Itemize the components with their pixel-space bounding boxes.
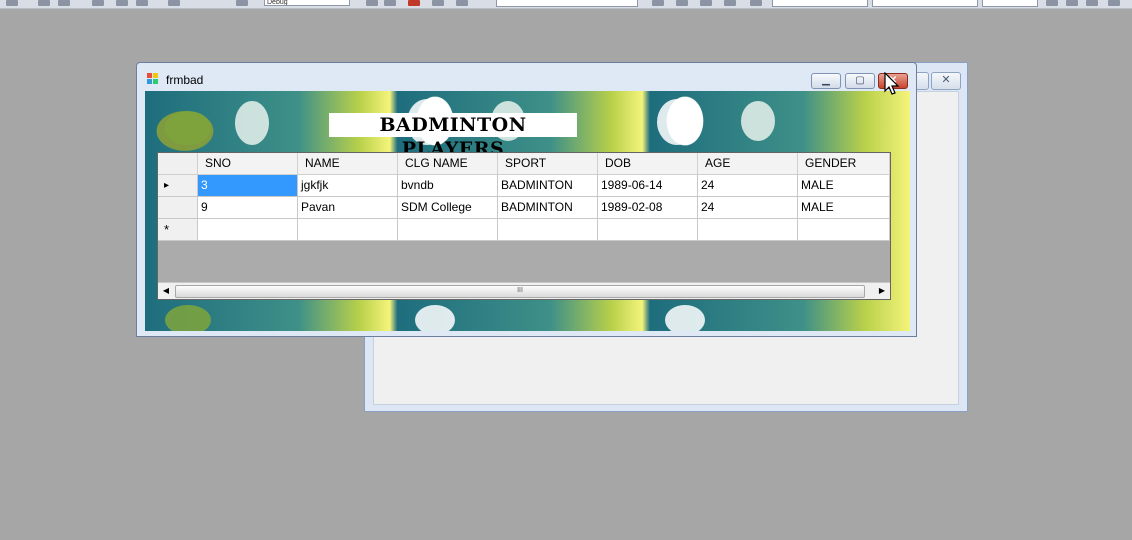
background-image-figure — [165, 111, 211, 145]
new-row[interactable]: * — [158, 219, 890, 241]
toolbar-icon[interactable] — [168, 0, 180, 6]
table-cell[interactable]: BADMINTON — [498, 175, 598, 197]
scroll-left-icon[interactable]: ◀ — [158, 283, 174, 299]
toolbar-field[interactable] — [496, 0, 638, 7]
toolbar-icon[interactable] — [384, 0, 396, 6]
grid-header-row: SNO NAME CLG NAME SPORT DOB AGE GENDER — [158, 153, 890, 175]
table-cell[interactable]: 9 — [198, 197, 298, 219]
table-cell[interactable] — [498, 219, 598, 241]
toolbar-icon[interactable] — [432, 0, 444, 6]
table-cell[interactable] — [198, 219, 298, 241]
background-image-figure — [741, 101, 775, 141]
table-cell[interactable]: 1989-06-14 — [598, 175, 698, 197]
title-bar[interactable]: frmbad ▁ ▢ ✕ — [137, 63, 916, 91]
background-image-figure — [235, 101, 269, 145]
toolbar-icon[interactable] — [236, 0, 248, 6]
current-row-indicator-icon: ▸ — [164, 180, 170, 191]
column-header-name[interactable]: NAME — [298, 153, 398, 175]
table-cell[interactable]: MALE — [798, 175, 890, 197]
close-icon: ✕ — [941, 74, 951, 86]
column-header-sno[interactable]: SNO — [198, 153, 298, 175]
toolbar-icon[interactable] — [676, 0, 688, 6]
table-row[interactable]: ▸ 3 jgkfjk bvndb BADMINTON 1989-06-14 24… — [158, 175, 890, 197]
horizontal-scrollbar[interactable]: ◀ III ▶ — [158, 282, 890, 299]
minimize-icon: ▁ — [822, 75, 830, 86]
background-image-figure — [657, 99, 697, 145]
toolbar-icon[interactable] — [58, 0, 70, 6]
toolbar-icon[interactable] — [116, 0, 128, 6]
table-cell[interactable] — [798, 219, 890, 241]
form-window: frmbad ▁ ▢ ✕ BADMINTON PLAYERS SNO NAME … — [136, 62, 917, 337]
toolbar-icon[interactable] — [700, 0, 712, 6]
toolbar-icon[interactable] — [1108, 0, 1120, 6]
table-cell[interactable] — [298, 219, 398, 241]
column-header-sport[interactable]: SPORT — [498, 153, 598, 175]
scrollbar-thumb[interactable]: III — [175, 285, 865, 298]
toolbar-icon[interactable] — [38, 0, 50, 6]
maximize-icon: ▢ — [855, 75, 865, 86]
toolbar-icon[interactable] — [1046, 0, 1058, 6]
background-image-figure — [165, 305, 211, 331]
page-title: BADMINTON PLAYERS — [329, 113, 577, 160]
row-header[interactable]: ▸ — [158, 175, 198, 197]
table-cell[interactable] — [398, 219, 498, 241]
table-cell[interactable] — [598, 219, 698, 241]
table-cell[interactable]: 24 — [698, 197, 798, 219]
cursor-icon — [884, 72, 900, 95]
toolbar-icon[interactable] — [1086, 0, 1098, 6]
grid-corner-header[interactable] — [158, 153, 198, 175]
background-close-button[interactable]: ✕ — [931, 72, 961, 90]
toolbar-field[interactable] — [982, 0, 1038, 7]
table-cell[interactable]: SDM College — [398, 197, 498, 219]
table-cell[interactable]: 3 — [198, 175, 298, 197]
column-header-dob[interactable]: DOB — [598, 153, 698, 175]
new-row-icon: * — [164, 222, 170, 237]
toolbar-icon[interactable] — [750, 0, 762, 6]
toolbar-icon[interactable] — [136, 0, 148, 6]
table-cell[interactable]: bvndb — [398, 175, 498, 197]
toolbar-icon[interactable] — [6, 0, 18, 6]
toolbar-icon[interactable] — [456, 0, 468, 6]
toolbar-field[interactable] — [772, 0, 868, 7]
column-header-clg-name[interactable]: CLG NAME — [398, 153, 498, 175]
table-cell[interactable]: BADMINTON — [498, 197, 598, 219]
ide-toolbar: Debug — [0, 0, 1132, 9]
table-row[interactable]: 9 Pavan SDM College BADMINTON 1989-02-08… — [158, 197, 890, 219]
row-header[interactable] — [158, 197, 198, 219]
toolbar-icon[interactable] — [366, 0, 378, 6]
toolbar-field[interactable] — [872, 0, 978, 7]
toolbar-icon[interactable] — [652, 0, 664, 6]
form-client-area: BADMINTON PLAYERS SNO NAME CLG NAME SPOR… — [145, 91, 910, 331]
table-cell[interactable] — [698, 219, 798, 241]
toolbar-icon[interactable] — [92, 0, 104, 6]
row-header[interactable]: * — [158, 219, 198, 241]
table-cell[interactable]: MALE — [798, 197, 890, 219]
app-icon — [147, 73, 159, 84]
table-cell[interactable]: jgkfjk — [298, 175, 398, 197]
toolbar-icon[interactable] — [724, 0, 736, 6]
solution-config-combo[interactable]: Debug — [264, 0, 350, 6]
column-header-age[interactable]: AGE — [698, 153, 798, 175]
minimize-button[interactable]: ▁ — [811, 73, 841, 89]
toolbar-icon[interactable] — [408, 0, 420, 6]
scroll-right-icon[interactable]: ▶ — [874, 283, 890, 299]
background-image-figure — [665, 305, 705, 331]
players-data-grid[interactable]: SNO NAME CLG NAME SPORT DOB AGE GENDER ▸… — [157, 152, 891, 300]
toolbar-icon[interactable] — [1066, 0, 1078, 6]
background-image-figure — [415, 305, 455, 331]
window-title: frmbad — [166, 73, 204, 87]
table-cell[interactable]: 1989-02-08 — [598, 197, 698, 219]
table-cell[interactable]: 24 — [698, 175, 798, 197]
maximize-button[interactable]: ▢ — [845, 73, 875, 89]
column-header-gender[interactable]: GENDER — [798, 153, 890, 175]
table-cell[interactable]: Pavan — [298, 197, 398, 219]
